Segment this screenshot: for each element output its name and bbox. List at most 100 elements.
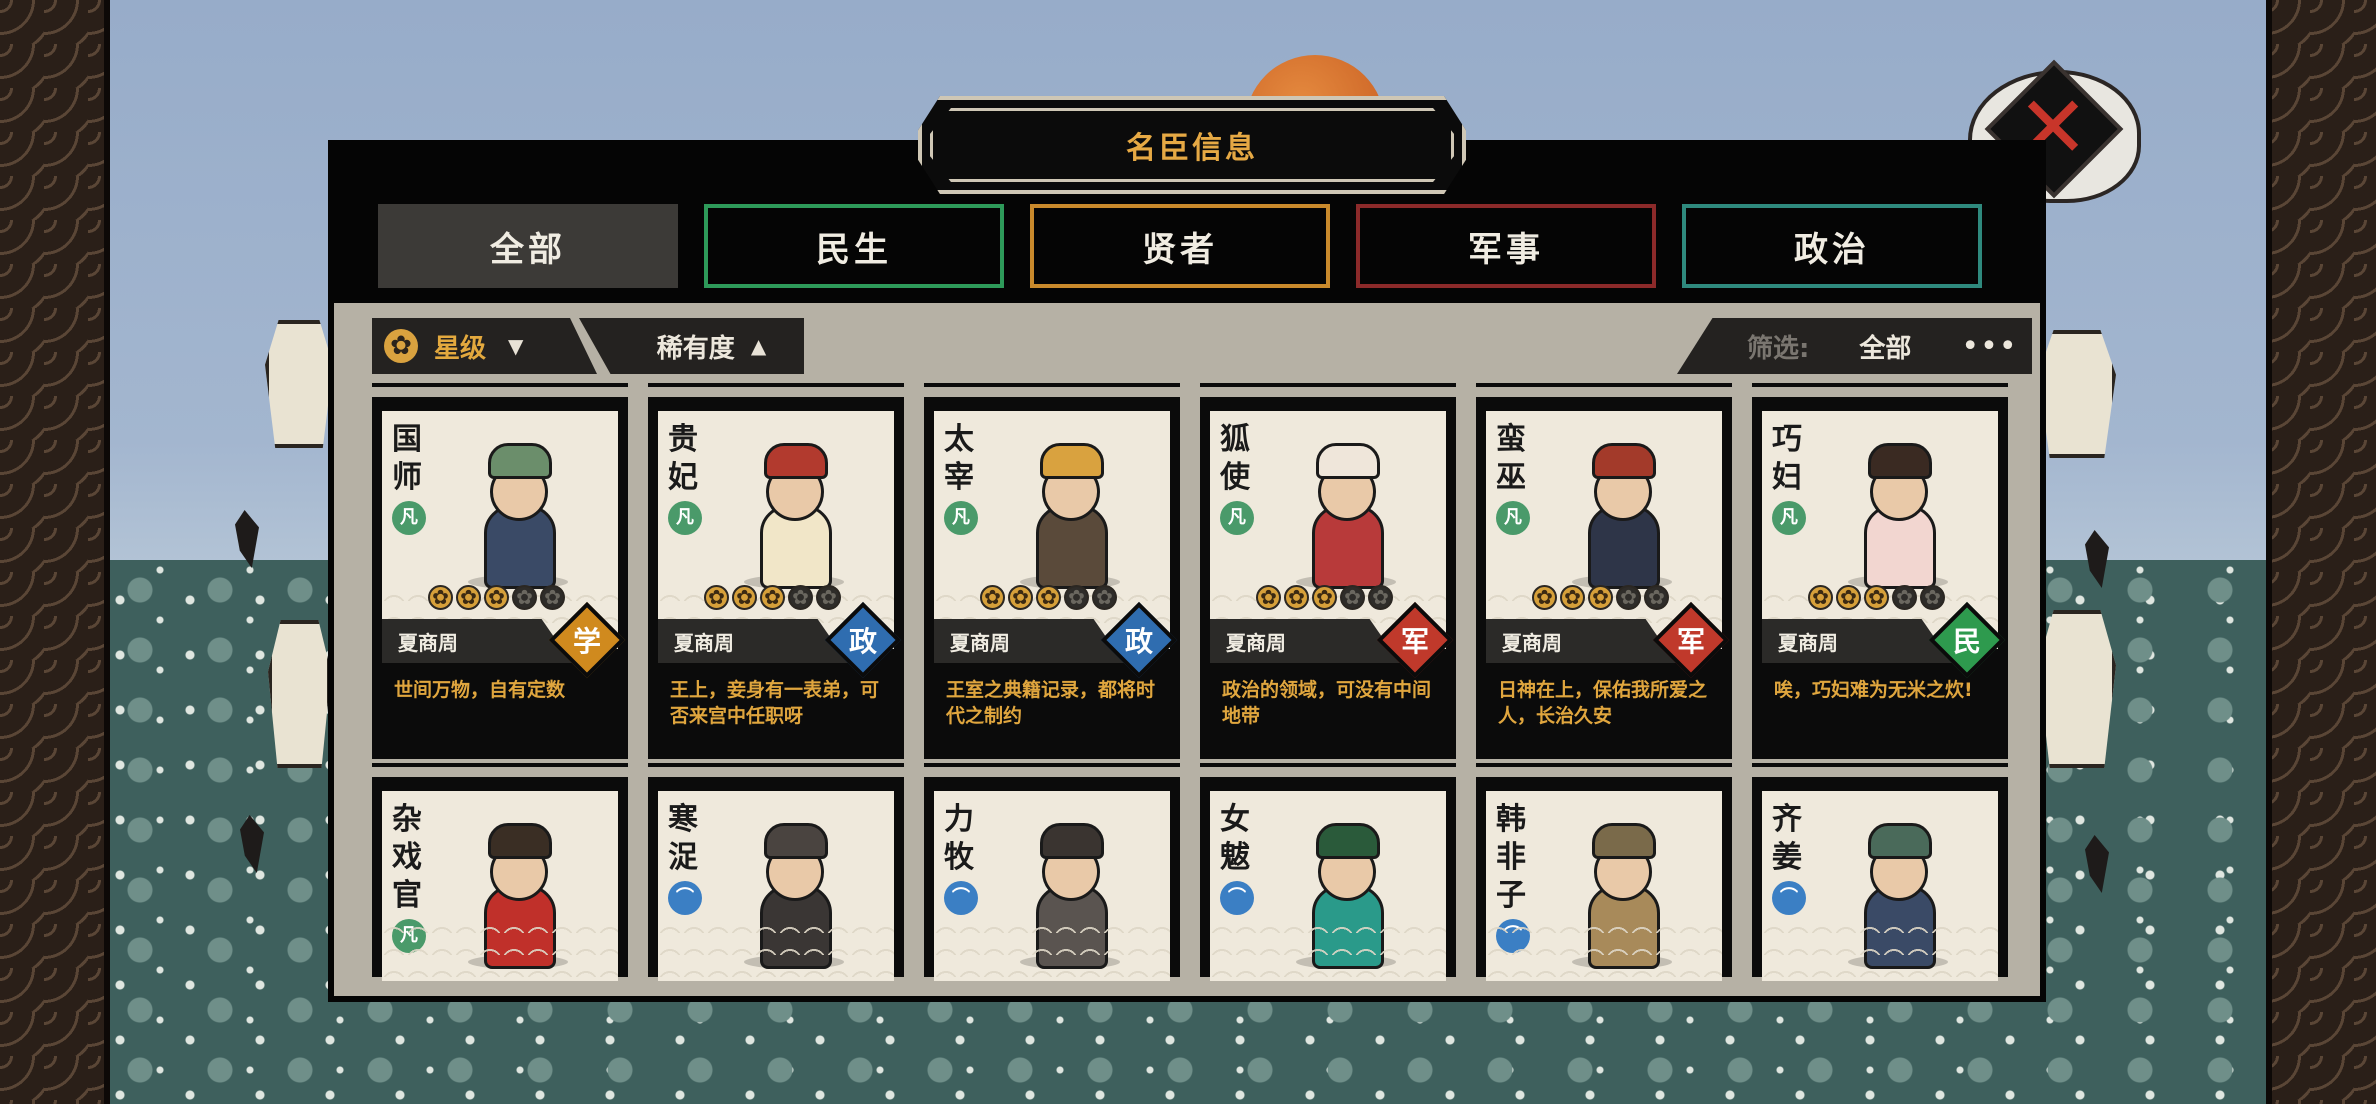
star-icon: ✿ — [704, 585, 729, 610]
card-list-area: ✿ 星级 ▼ 稀有度 ▲ 筛选: 全部 ••• 国师凡 ✿ ✿ ✿ ✿ ✿ 夏商周学世间万物… — [334, 303, 2040, 996]
card-portrait-area: 寒浞 ⌒ — [658, 791, 894, 981]
type-badge-label: 军 — [1400, 625, 1429, 658]
star-rating: ✿ ✿ ✿ ✿ ✿ — [1532, 585, 1669, 610]
type-badge-label: 政 — [848, 625, 877, 658]
dynasty-label: 夏商周 — [1502, 630, 1562, 655]
card-top-divider — [1476, 383, 1732, 387]
minister-card[interactable]: 蛮巫凡 ✿ ✿ ✿ ✿ ✿ 夏商周军日神在上，保佑我所爱之人，长治久安 — [1476, 383, 1732, 759]
minister-card[interactable]: 齐姜 ⌒ — [1752, 763, 2008, 981]
star-icon: ✿ — [1808, 585, 1833, 610]
character-portrait — [736, 439, 846, 589]
character-portrait — [1840, 439, 1950, 589]
star-icon: ✿ — [1092, 585, 1117, 610]
star-icon: ✿ — [1256, 585, 1281, 610]
card-top-divider — [1200, 383, 1456, 387]
type-badge-label: 政 — [1124, 625, 1153, 658]
minister-card[interactable]: 贵妃凡 ✿ ✿ ✿ ✿ ✿ 夏商周政王上，妾身有一表弟，可否来宫中任职呀 — [648, 383, 904, 759]
filter-label: 筛选: — [1747, 333, 1810, 364]
minister-name: 寒浞 — [668, 802, 698, 875]
card-top-divider — [372, 763, 628, 767]
minister-name: 狐使 — [1220, 422, 1250, 495]
minister-name: 杂戏官 — [392, 802, 422, 913]
star-icon: ✿ — [1644, 585, 1669, 610]
dynasty-band: 夏商周 — [1486, 619, 1676, 663]
minister-card[interactable]: 杂戏官凡 — [372, 763, 628, 981]
card-portrait-area: 力牧 ⌒ — [934, 791, 1170, 981]
dynasty-label: 夏商周 — [950, 630, 1010, 655]
tab-politics[interactable]: 政治 — [1682, 204, 1982, 288]
type-badge-label: 学 — [572, 625, 601, 658]
star-icon: ✿ — [1036, 585, 1061, 610]
dynasty-label: 夏商周 — [398, 630, 458, 655]
minister-name: 蛮巫 — [1496, 422, 1526, 495]
dynasty-band: 夏商周 — [1210, 619, 1400, 663]
rarity-badge: ⌒ — [668, 881, 702, 915]
minister-quote: 王上，妾身有一表弟，可否来宫中任职呀 — [670, 679, 880, 727]
minister-name: 国师 — [392, 422, 422, 495]
star-icon: ✿ — [1864, 585, 1889, 610]
rarity-badge: 凡 — [1772, 501, 1806, 535]
sort-rarity-label: 稀有度 — [656, 333, 735, 364]
dynasty-label: 夏商周 — [1778, 630, 1838, 655]
minister-name: 贵妃 — [668, 422, 698, 495]
card-top-divider — [372, 383, 628, 387]
minister-card[interactable]: 巧妇凡 ✿ ✿ ✿ ✿ ✿ 夏商周民唉，巧妇难为无米之炊! — [1752, 383, 2008, 759]
star-rating: ✿ ✿ ✿ ✿ ✿ — [1256, 585, 1393, 610]
card-top-divider — [648, 763, 904, 767]
tab-all[interactable]: 全部 — [378, 204, 678, 288]
card-portrait-area: 韩非子 ⌒ — [1486, 791, 1722, 981]
minister-card[interactable]: 太宰凡 ✿ ✿ ✿ ✿ ✿ 夏商周政王室之典籍记录，都将时代之制约 — [924, 383, 1180, 759]
star-icon: ✿ — [980, 585, 1005, 610]
category-tabs: 全部 民生 贤者 军事 政治 — [378, 204, 1982, 288]
minister-name: 韩非子 — [1496, 802, 1526, 913]
star-icon: ✿ — [760, 585, 785, 610]
minister-quote: 世间万物，自有定数 — [394, 679, 566, 701]
rarity-badge: ⌒ — [1772, 881, 1806, 915]
minister-name: 巧妇 — [1772, 422, 1802, 495]
minister-card[interactable]: 国师凡 ✿ ✿ ✿ ✿ ✿ 夏商周 学世间万物，自有定数 — [372, 383, 628, 759]
minister-name-block: 齐姜 ⌒ — [1772, 801, 1806, 915]
star-icon: ✿ — [1284, 585, 1309, 610]
minister-quote: 王室之典籍记录，都将时代之制约 — [946, 679, 1156, 727]
right-border-pattern — [2266, 0, 2376, 1104]
rarity-badge: 凡 — [1496, 501, 1530, 535]
minister-card[interactable]: 女魃 ⌒ — [1200, 763, 1456, 981]
minister-quote: 唉，巧妇难为无米之炊! — [1774, 679, 1973, 701]
type-badge-label: 民 — [1952, 625, 1981, 658]
star-rating: ✿ ✿ ✿ ✿ ✿ — [1808, 585, 1945, 610]
sort-by-rarity-button[interactable]: 稀有度 ▲ — [579, 318, 804, 374]
sort-star-label: 星级 — [434, 333, 487, 364]
left-border-pattern — [0, 0, 110, 1104]
card-top-divider — [1476, 763, 1732, 767]
tab-military[interactable]: 军事 — [1356, 204, 1656, 288]
dynasty-band: 夏商周 — [1762, 619, 1952, 663]
character-portrait — [460, 439, 570, 589]
star-icon: ✿ — [1616, 585, 1641, 610]
dynasty-label: 夏商周 — [1226, 630, 1286, 655]
character-portrait — [1012, 439, 1122, 589]
character-portrait — [1840, 819, 1950, 969]
minister-card[interactable]: 狐使凡 ✿ ✿ ✿ ✿ ✿ 夏商周军政治的领域，可没有中间地带 — [1200, 383, 1456, 759]
minister-name-block: 杂戏官凡 — [392, 801, 426, 953]
panel-title: 名臣信息 — [1126, 131, 1258, 166]
star-rating: ✿ ✿ ✿ ✿ ✿ — [428, 585, 565, 610]
floating-island — [268, 620, 331, 768]
rarity-badge: ⌒ — [1220, 881, 1254, 915]
star-rating: ✿ ✿ ✿ ✿ ✿ — [704, 585, 841, 610]
character-portrait — [1564, 439, 1674, 589]
star-icon: ✿ — [1312, 585, 1337, 610]
tab-sage[interactable]: 贤者 — [1030, 204, 1330, 288]
minister-card[interactable]: 力牧 ⌒ — [924, 763, 1180, 981]
minister-name-block: 寒浞 ⌒ — [668, 801, 702, 915]
minister-card[interactable]: 韩非子 ⌒ — [1476, 763, 1732, 981]
rarity-badge: 凡 — [1220, 501, 1254, 535]
minister-name-block: 贵妃凡 — [668, 421, 702, 535]
sort-by-star-button[interactable]: ✿ 星级 ▼ — [372, 318, 597, 374]
star-icon: ✿ — [1064, 585, 1089, 610]
minister-card[interactable]: 寒浞 ⌒ — [648, 763, 904, 981]
tab-livelihood[interactable]: 民生 — [704, 204, 1004, 288]
card-portrait-area: 齐姜 ⌒ — [1762, 791, 1998, 981]
dynasty-band: 夏商周 — [658, 619, 848, 663]
filter-dropdown[interactable]: 筛选: 全部 ••• — [1677, 318, 2032, 374]
minister-name-block: 国师凡 — [392, 421, 426, 535]
